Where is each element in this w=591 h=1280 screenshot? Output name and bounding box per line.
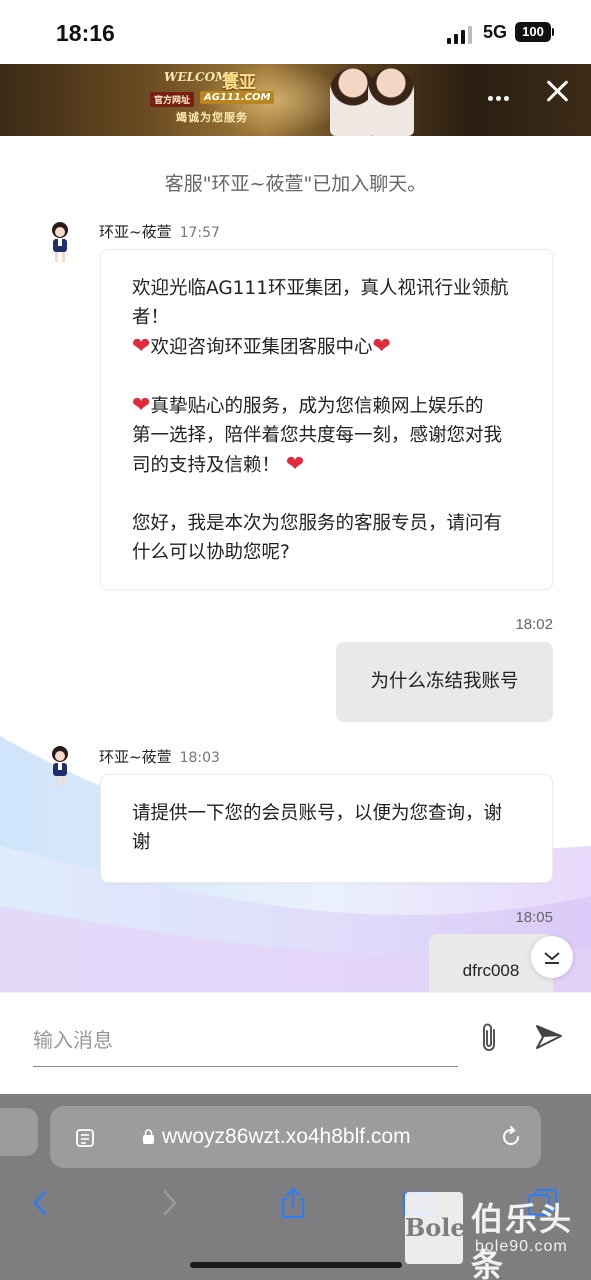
message-line: 欢迎光临AG111环亚集团，真人视讯行业领航 [132,278,509,299]
lock-icon [143,1129,154,1144]
status-time: 18:16 [56,20,115,46]
message-time: 18:02 [515,616,553,633]
agent-avatar [52,746,68,786]
message-line: 请提供一下您的会员账号，以便为您查询，谢 [132,803,503,824]
message-line: ❤欢迎咨询环亚集团客服中心❤ [132,332,521,362]
banner-brand: 寰亚 [222,73,256,93]
message-time: 18:03 [179,750,220,766]
reader-icon[interactable] [74,1127,96,1149]
message-line: 司的支持及信赖！ ❤ [132,450,521,480]
heart-icon: ❤ [132,334,151,359]
watermark-title: 伯乐头条 [471,1200,574,1280]
message-text: 司的支持及信赖！ [132,455,281,476]
message-input-bar [0,992,591,1094]
outgoing-message-bubble: 为什么冻结我账号 [336,642,553,722]
sender-name: 环亚~莜萱 [99,223,172,241]
banner-url: AG111.COM [200,91,275,104]
home-indicator [190,1262,402,1268]
forward-icon[interactable] [152,1186,186,1220]
message-text: 真挚贴心的服务，成为您信赖网上娱乐的 [150,396,484,417]
url-text: wwoyz86wzt.xo4h8blf.com [162,1125,411,1148]
banner-slogan: 竭诚为您服务 [176,111,248,124]
heart-icon: ❤ [132,393,151,418]
banner-model-image [368,68,414,136]
system-message: 客服"环亚~莜萱"已加入聊天。 [164,173,427,195]
message-line [132,362,521,391]
message-line: ❤真挚贴心的服务，成为您信赖网上娱乐的 [132,391,521,421]
address-bar[interactable]: wwoyz86wzt.xo4h8blf.com [50,1106,541,1168]
battery-indicator: 100 [515,22,551,42]
message-line: 您好，我是本次为您服务的客服专员，请问有 [132,513,503,534]
message-text: 欢迎咨询环亚集团客服中心 [150,337,373,358]
signal-icon [447,24,475,44]
message-line: 什么可以协助您呢? [132,542,290,563]
attach-icon[interactable] [474,1020,504,1054]
more-icon[interactable] [488,86,512,105]
heart-icon: ❤ [285,452,305,477]
reload-icon[interactable] [499,1125,523,1149]
previous-tab[interactable] [0,1108,38,1156]
watermark-url: bole90.com [475,1238,568,1255]
scroll-down-icon[interactable] [531,936,573,978]
back-icon[interactable] [24,1186,58,1220]
share-icon[interactable] [276,1186,310,1220]
network-type: 5G [483,22,508,42]
message-line: 第一选择，陪伴着您共度每一刻，感谢您对我 [132,425,503,446]
heart-icon: ❤ [372,334,391,359]
sender-name: 环亚~莜萱 [99,748,172,766]
watermark: Bole 伯乐头条 bole90.com [405,1192,591,1280]
message-line [132,480,521,509]
status-bar: 18:16 5G 100 [0,0,591,64]
chat-area[interactable]: 客服"环亚~莜萱"已加入聊天。 环亚~莜萱 17:57 欢迎光临AG111环亚集团… [0,136,591,992]
banner-official-label: 官方网址 [150,92,195,107]
battery-tip [552,28,554,36]
message-time: 17:57 [179,225,220,241]
message-sender: 环亚~莜萱 17:57 [99,221,220,242]
message-line: 者！ [132,307,170,328]
send-icon[interactable] [534,1022,564,1052]
agent-avatar [52,222,68,262]
watermark-logo: Bole [405,1192,466,1264]
message-line: 谢 [132,832,151,853]
message-input[interactable] [33,1013,458,1067]
message-sender: 环亚~莜萱 18:03 [99,746,220,767]
close-icon[interactable] [542,76,572,106]
incoming-message-bubble: 欢迎光临AG111环亚集团，真人视讯行业领航 者！ ❤欢迎咨询环亚集团客服中心❤… [100,249,553,590]
incoming-message-bubble: 请提供一下您的会员账号，以便为您查询，谢 谢 [100,774,553,883]
message-time: 18:05 [515,909,553,926]
